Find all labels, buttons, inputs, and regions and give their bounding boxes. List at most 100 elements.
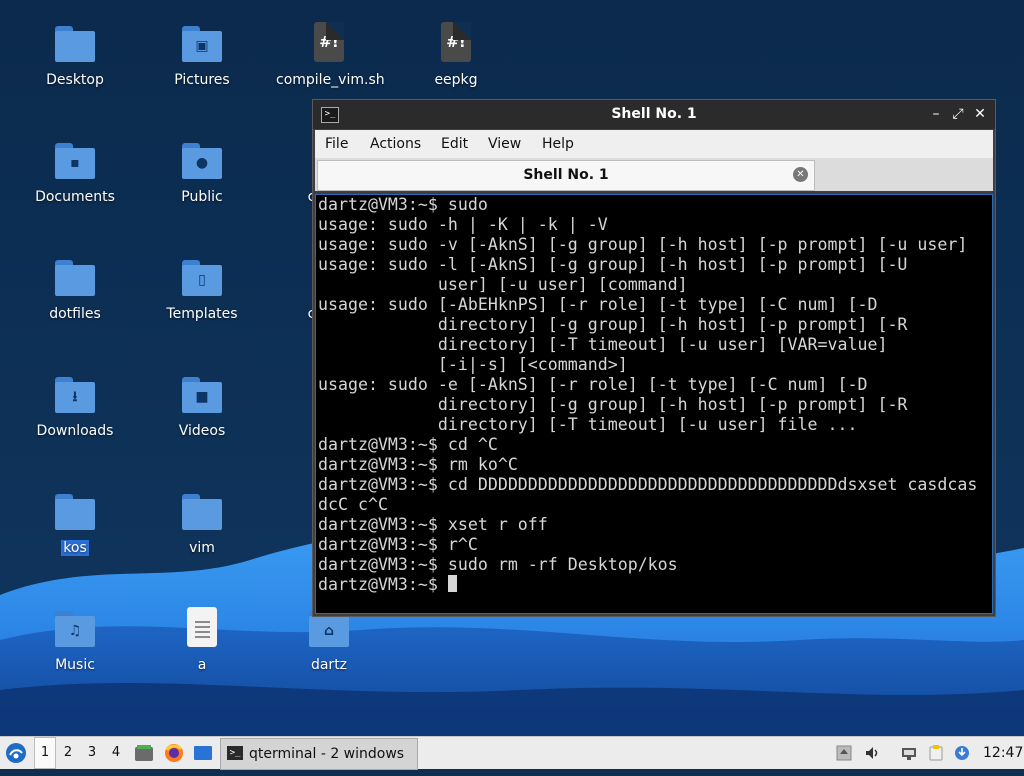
- menu-file[interactable]: File: [325, 130, 348, 158]
- icon-label: Templates: [166, 306, 238, 322]
- desktop-icon-public[interactable]: ● Public: [147, 139, 257, 205]
- minimize-button[interactable]: –: [927, 105, 945, 123]
- terminal-lines: dartz@VM3:~$ sudo usage: sudo -h | -K | …: [318, 195, 977, 574]
- terminal-line: directory] [-g group] [-h host] [-p prom…: [437, 315, 908, 334]
- tab-bar: Shell No. 1 ✕: [315, 158, 993, 191]
- terminal-line: usage: sudo -v [-AknS] [-g group] [-h ho…: [318, 235, 968, 254]
- terminal-line: directory] [-g group] [-h host] [-p prom…: [437, 395, 908, 414]
- desktop-icon-videos[interactable]: ■ Videos: [147, 373, 257, 439]
- terminal-line: dartz@VM3:~$ r^C: [318, 535, 478, 554]
- folder-icon: [180, 490, 224, 534]
- public-folder-icon: ●: [180, 139, 224, 183]
- terminal-line: dartz@VM3:~$ sudo rm -rf Desktop/kos: [318, 555, 678, 574]
- firefox-icon[interactable]: [164, 743, 184, 763]
- folder-icon: [53, 256, 97, 300]
- desktop-icon-a[interactable]: a: [147, 607, 257, 673]
- file-manager-icon[interactable]: [134, 743, 154, 763]
- icon-label: Pictures: [174, 72, 230, 88]
- desktop-icon-pictures[interactable]: ▣ Pictures: [147, 22, 257, 88]
- icon-label: compile_vim.sh: [276, 72, 385, 88]
- terminal-line: directory] [-T timeout] [-u user] [VAR=v…: [437, 335, 888, 354]
- icon-label: Downloads: [36, 423, 114, 439]
- desktop-icon-vim[interactable]: vim: [147, 490, 257, 556]
- window-titlebar[interactable]: >_ Shell No. 1 – ⤢ ✕: [313, 100, 995, 129]
- menu-help[interactable]: Help: [542, 130, 574, 158]
- desktop-icon-dotfiles[interactable]: dotfiles: [20, 256, 130, 322]
- desktop-icon-eepkg[interactable]: #! eepkg: [401, 22, 511, 88]
- workspace-1[interactable]: 1: [34, 737, 56, 769]
- terminal-line: dartz@VM3:~$ xset r off: [318, 515, 548, 534]
- icon-label: dartz: [310, 657, 348, 673]
- terminal-line: usage: sudo -l [-AknS] [-g group] [-h ho…: [318, 255, 908, 274]
- icon-label: Music: [55, 657, 95, 673]
- terminal-line: dartz@VM3:~$ cd ^C: [318, 435, 498, 454]
- terminal-line: usage: sudo [-AbEHknPS] [-r role] [-t ty…: [318, 295, 878, 314]
- desktop-icon-compile-vim-sh[interactable]: #! compile_vim.sh: [274, 22, 385, 88]
- workspace-4[interactable]: 4: [106, 737, 126, 769]
- volume-icon[interactable]: [864, 745, 880, 761]
- menu-bar: File Actions Edit View Help: [315, 130, 993, 158]
- window-title: Shell No. 1: [611, 106, 697, 122]
- menu-actions[interactable]: Actions: [370, 130, 421, 158]
- folder-icon: [53, 490, 97, 534]
- desktop-icon-downloads[interactable]: ⭳ Downloads: [20, 373, 130, 439]
- terminal-line: user] [-u user] [command]: [437, 275, 688, 294]
- documents-folder-icon: ▪: [53, 139, 97, 183]
- icon-label: Desktop: [46, 72, 104, 88]
- taskbar-task-qterminal[interactable]: >_ qterminal - 2 windows: [220, 738, 418, 770]
- terminal-line: dartz@VM3:~$ sudo: [318, 195, 488, 214]
- desktop-icon-music[interactable]: ♫ Music: [20, 607, 130, 673]
- terminal-line: dartz@VM3:~$ cd DDDDDDDDDDDDDDDDDDDDDDDD…: [318, 475, 978, 494]
- icon-label: kos: [61, 540, 89, 556]
- tab-close-icon[interactable]: ✕: [793, 167, 808, 182]
- desktop: Desktop ▣ Pictures #! compile_vim.sh #! …: [0, 0, 1024, 736]
- pictures-folder-icon: ▣: [180, 22, 224, 66]
- text-file-icon: [180, 607, 224, 651]
- close-button[interactable]: ✕: [971, 105, 989, 123]
- templates-folder-icon: ▯: [180, 256, 224, 300]
- workspace-2[interactable]: 2: [58, 737, 78, 769]
- terminal-output[interactable]: dartz@VM3:~$ sudo usage: sudo -h | -K | …: [315, 194, 993, 614]
- terminal-line: usage: sudo -e [-AknS] [-r role] [-t typ…: [318, 375, 868, 394]
- maximize-button[interactable]: ⤢: [949, 105, 967, 123]
- shell-script-icon: #!: [307, 22, 351, 66]
- shell-script-icon: #!: [434, 22, 478, 66]
- desktop-icon-desktop[interactable]: Desktop: [20, 22, 130, 88]
- icon-label: vim: [189, 540, 215, 556]
- upload-icon[interactable]: [836, 745, 852, 761]
- desktop-icon-templates[interactable]: ▯ Templates: [147, 256, 257, 322]
- videos-folder-icon: ■: [180, 373, 224, 417]
- terminal-line: dartz@VM3:~$ rm ko^C: [318, 455, 518, 474]
- taskbar: 1 2 3 4 >_ qterminal - 2 windows 12:47: [0, 736, 1024, 770]
- icon-label: Public: [181, 189, 223, 205]
- start-menu-button[interactable]: [4, 741, 28, 765]
- update-notifier-icon[interactable]: [954, 745, 970, 761]
- text-cursor: [447, 575, 457, 592]
- clipboard-icon[interactable]: [928, 745, 944, 761]
- icon-label: Documents: [35, 189, 115, 205]
- folder-icon: [53, 22, 97, 66]
- icon-label: eepkg: [434, 72, 478, 88]
- terminal-line: dcC c^C: [318, 495, 388, 514]
- icon-label: a: [197, 657, 207, 673]
- lubuntu-logo-icon: [6, 743, 26, 763]
- tab-label: Shell No. 1: [523, 167, 609, 183]
- tab-shell-1[interactable]: Shell No. 1 ✕: [317, 160, 815, 191]
- terminal-icon: >_: [227, 746, 243, 760]
- show-desktop-icon[interactable]: [193, 743, 213, 763]
- icon-label: Videos: [178, 423, 226, 439]
- workspace-3[interactable]: 3: [82, 737, 102, 769]
- task-label: qterminal - 2 windows: [249, 746, 405, 762]
- downloads-folder-icon: ⭳: [53, 373, 97, 417]
- clock[interactable]: 12:47: [983, 737, 1023, 769]
- terminal-prompt: dartz@VM3:~$: [318, 575, 448, 594]
- terminal-window[interactable]: >_ Shell No. 1 – ⤢ ✕ File Actions Edit V…: [312, 99, 996, 617]
- menu-view[interactable]: View: [488, 130, 521, 158]
- desktop-icon-kos[interactable]: kos: [20, 490, 130, 556]
- music-folder-icon: ♫: [53, 607, 97, 651]
- terminal-line: usage: sudo -h | -K | -k | -V: [318, 215, 608, 234]
- terminal-line: [-i|-s] [<command>]: [437, 355, 628, 374]
- network-icon[interactable]: [901, 745, 917, 761]
- desktop-icon-documents[interactable]: ▪ Documents: [20, 139, 130, 205]
- menu-edit[interactable]: Edit: [441, 130, 468, 158]
